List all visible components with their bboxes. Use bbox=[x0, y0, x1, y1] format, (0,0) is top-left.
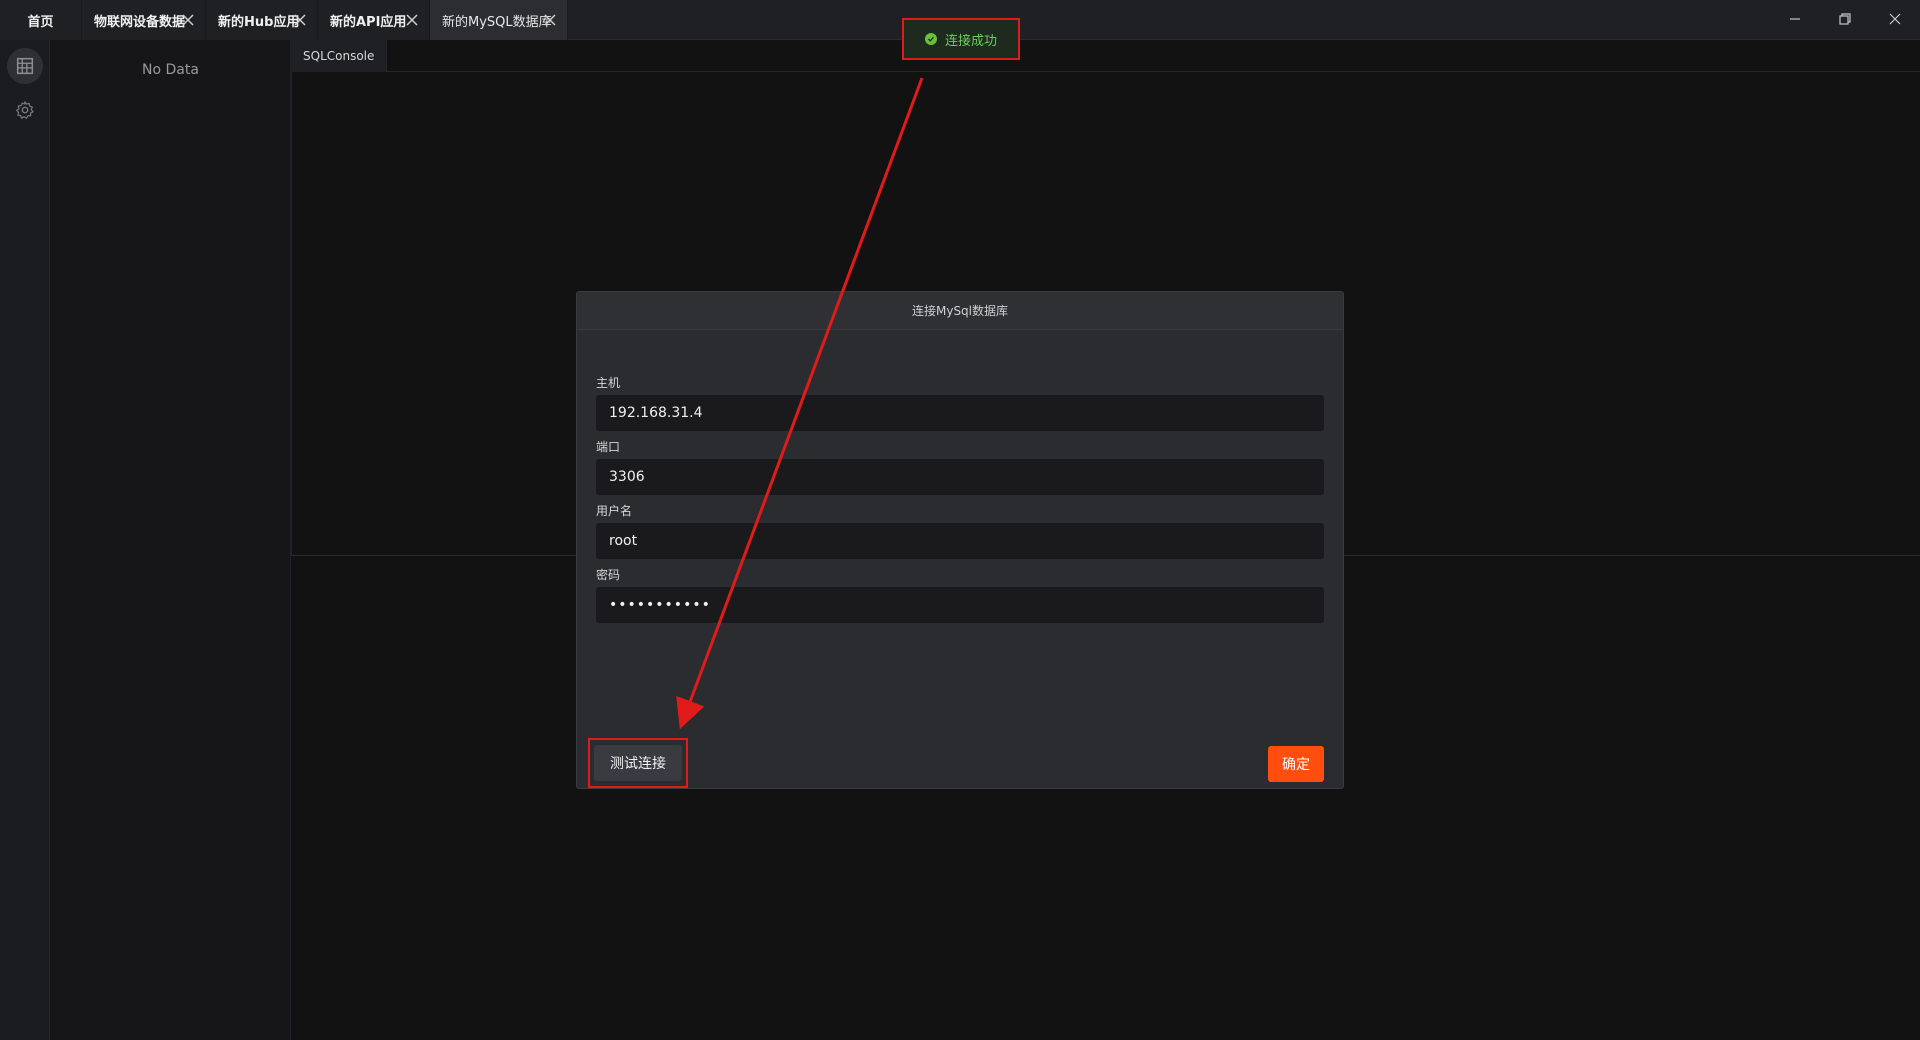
host-field-group: 主机 192.168.31.4 bbox=[596, 367, 1324, 431]
username-field-group: 用户名 root bbox=[596, 495, 1324, 559]
host-input[interactable]: 192.168.31.4 bbox=[596, 395, 1324, 431]
close-icon[interactable] bbox=[293, 13, 307, 27]
port-input[interactable]: 3306 bbox=[596, 459, 1324, 495]
minimize-button[interactable] bbox=[1770, 0, 1820, 40]
top-tabs: 首页 物联网设备数据 新的Hub应用 新的API应用 新的MySQL数据库 bbox=[0, 0, 568, 40]
port-label: 端口 bbox=[596, 440, 621, 454]
password-label: 密码 bbox=[596, 568, 621, 582]
tab-label: 新的Hub应用 bbox=[218, 14, 300, 30]
password-field-group: 密码 ••••••••••• bbox=[596, 559, 1324, 623]
test-connection-button[interactable]: 测试连接 bbox=[594, 745, 682, 781]
tab-new-hub-app[interactable]: 新的Hub应用 bbox=[206, 0, 318, 40]
test-connection-highlight: 测试连接 bbox=[588, 738, 688, 788]
restore-icon bbox=[1838, 11, 1852, 30]
success-toast: 连接成功 bbox=[902, 18, 1020, 60]
rail-item-settings[interactable] bbox=[0, 88, 50, 132]
mysql-connect-dialog: 连接MySql数据库 主机 192.168.31.4 端口 3306 用户名 r… bbox=[576, 291, 1344, 789]
app-window: 首页 物联网设备数据 新的Hub应用 新的API应用 新的MySQL数据库 No… bbox=[0, 0, 1920, 1040]
main-tabs: SQLConsole bbox=[291, 40, 1920, 72]
minimize-icon bbox=[1788, 11, 1802, 30]
dialog-title: 连接MySql数据库 bbox=[577, 292, 1343, 330]
confirm-button[interactable]: 确定 bbox=[1268, 746, 1324, 782]
tab-new-mysql-db[interactable]: 新的MySQL数据库 bbox=[430, 0, 568, 40]
empty-state: No Data bbox=[142, 62, 199, 78]
tab-label: 首页 bbox=[27, 14, 54, 30]
close-icon[interactable] bbox=[405, 13, 419, 27]
window-controls bbox=[1770, 0, 1920, 40]
close-window-button[interactable] bbox=[1870, 0, 1920, 40]
side-panel: No Data bbox=[51, 40, 291, 1040]
host-label: 主机 bbox=[596, 376, 621, 390]
check-circle-icon bbox=[924, 33, 937, 45]
restore-button[interactable] bbox=[1820, 0, 1870, 40]
tab-label: 新的MySQL数据库 bbox=[442, 14, 552, 30]
dialog-body: 主机 192.168.31.4 端口 3306 用户名 root 密码 ••••… bbox=[577, 330, 1343, 623]
password-input[interactable]: ••••••••••• bbox=[596, 587, 1324, 623]
rail-item-database[interactable] bbox=[0, 44, 50, 88]
gear-icon bbox=[7, 92, 43, 128]
tab-sqlconsole[interactable]: SQLConsole bbox=[291, 40, 388, 72]
toast-text: 连接成功 bbox=[944, 33, 997, 49]
icon-rail bbox=[0, 40, 50, 1040]
port-field-group: 端口 3306 bbox=[596, 431, 1324, 495]
database-icon bbox=[7, 48, 43, 84]
username-input[interactable]: root bbox=[596, 523, 1324, 559]
dialog-footer: 测试连接 确定 bbox=[577, 730, 1343, 788]
username-label: 用户名 bbox=[596, 504, 633, 518]
close-icon bbox=[1888, 11, 1902, 30]
close-icon[interactable] bbox=[181, 13, 195, 27]
tab-home[interactable]: 首页 bbox=[0, 0, 82, 40]
tab-new-api-app[interactable]: 新的API应用 bbox=[318, 0, 430, 40]
tab-label: 物联网设备数据 bbox=[94, 14, 186, 30]
tab-iot-device-data[interactable]: 物联网设备数据 bbox=[82, 0, 206, 40]
close-icon[interactable] bbox=[543, 13, 557, 27]
tab-label: 新的API应用 bbox=[330, 14, 407, 30]
